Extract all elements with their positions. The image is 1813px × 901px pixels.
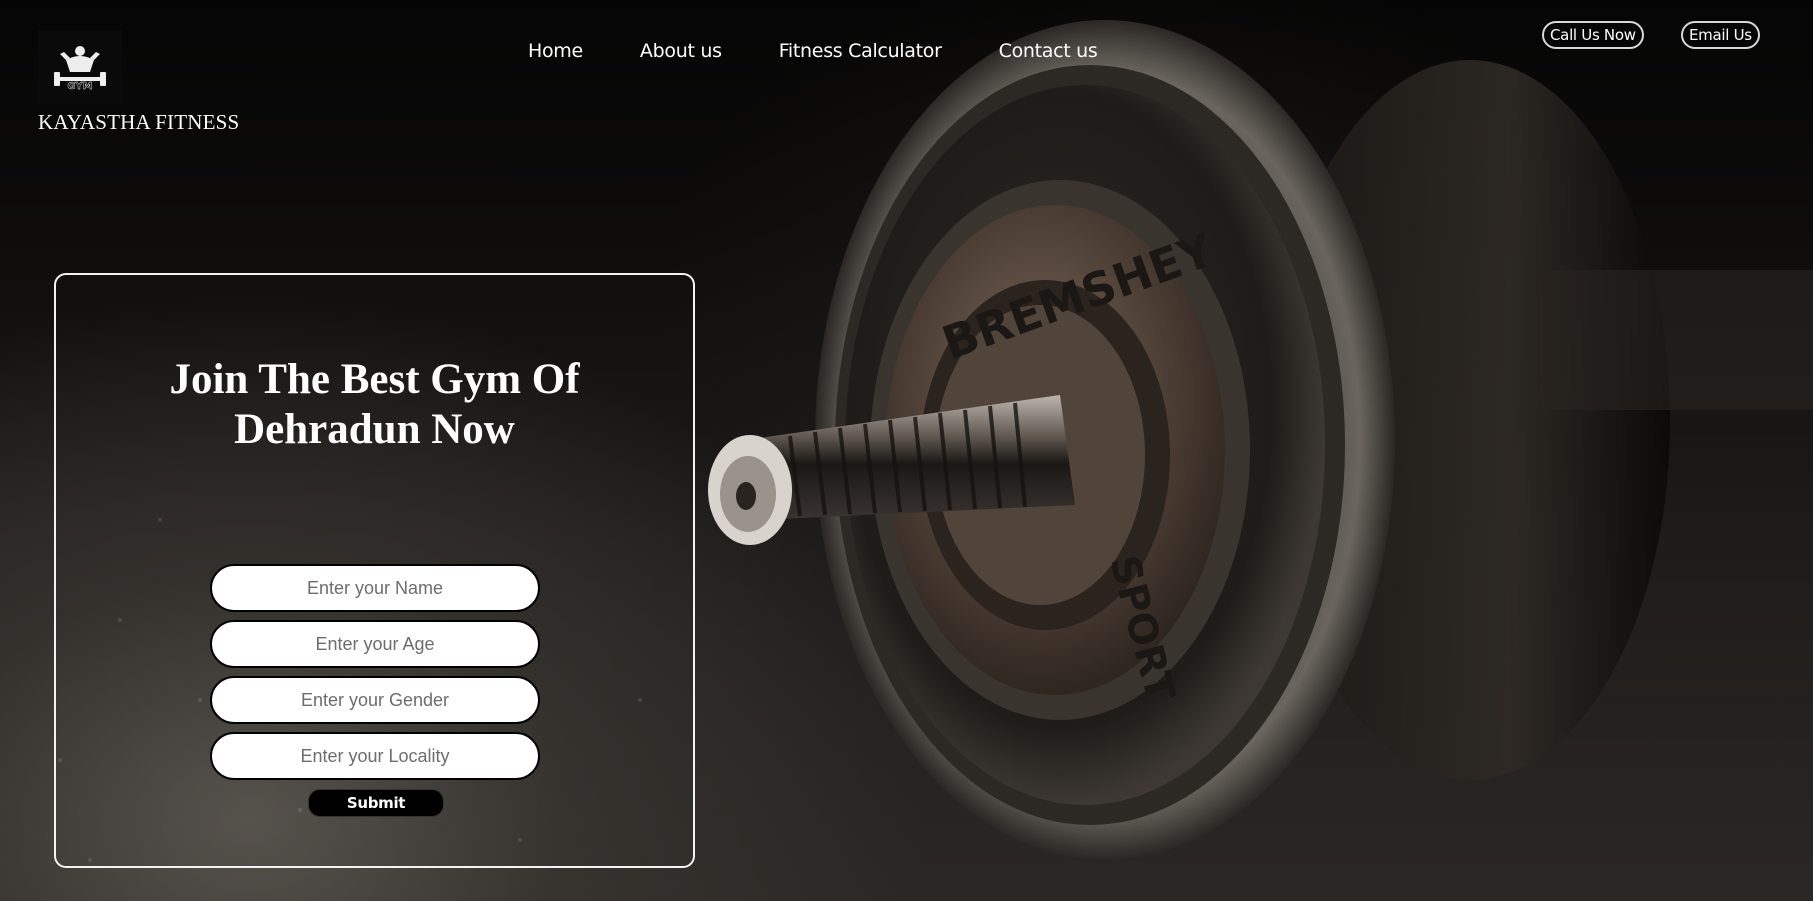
form-title: Join The Best Gym Of Dehradun Now: [169, 356, 580, 453]
age-input[interactable]: [210, 620, 540, 668]
email-us-button[interactable]: Email Us: [1681, 21, 1760, 49]
call-us-button[interactable]: Call Us Now: [1542, 21, 1644, 49]
brand-name: KAYASTHA FITNESS: [38, 110, 240, 134]
name-input[interactable]: [210, 564, 540, 612]
main-nav: Home About us Fitness Calculator Contact…: [528, 40, 1098, 62]
gym-logo-icon: GYM: [54, 46, 106, 92]
nav-about[interactable]: About us: [640, 40, 722, 62]
nav-fitness-calculator[interactable]: Fitness Calculator: [779, 40, 942, 62]
logo[interactable]: GYM: [38, 30, 122, 104]
locality-input[interactable]: [210, 732, 540, 780]
nav-contact[interactable]: Contact us: [999, 40, 1098, 62]
join-form-card: Join The Best Gym Of Dehradun Now Submit: [54, 273, 695, 868]
gender-input[interactable]: [210, 676, 540, 724]
logo-text: GYM: [67, 81, 92, 92]
nav-home[interactable]: Home: [528, 40, 583, 62]
submit-button[interactable]: Submit: [308, 789, 444, 817]
